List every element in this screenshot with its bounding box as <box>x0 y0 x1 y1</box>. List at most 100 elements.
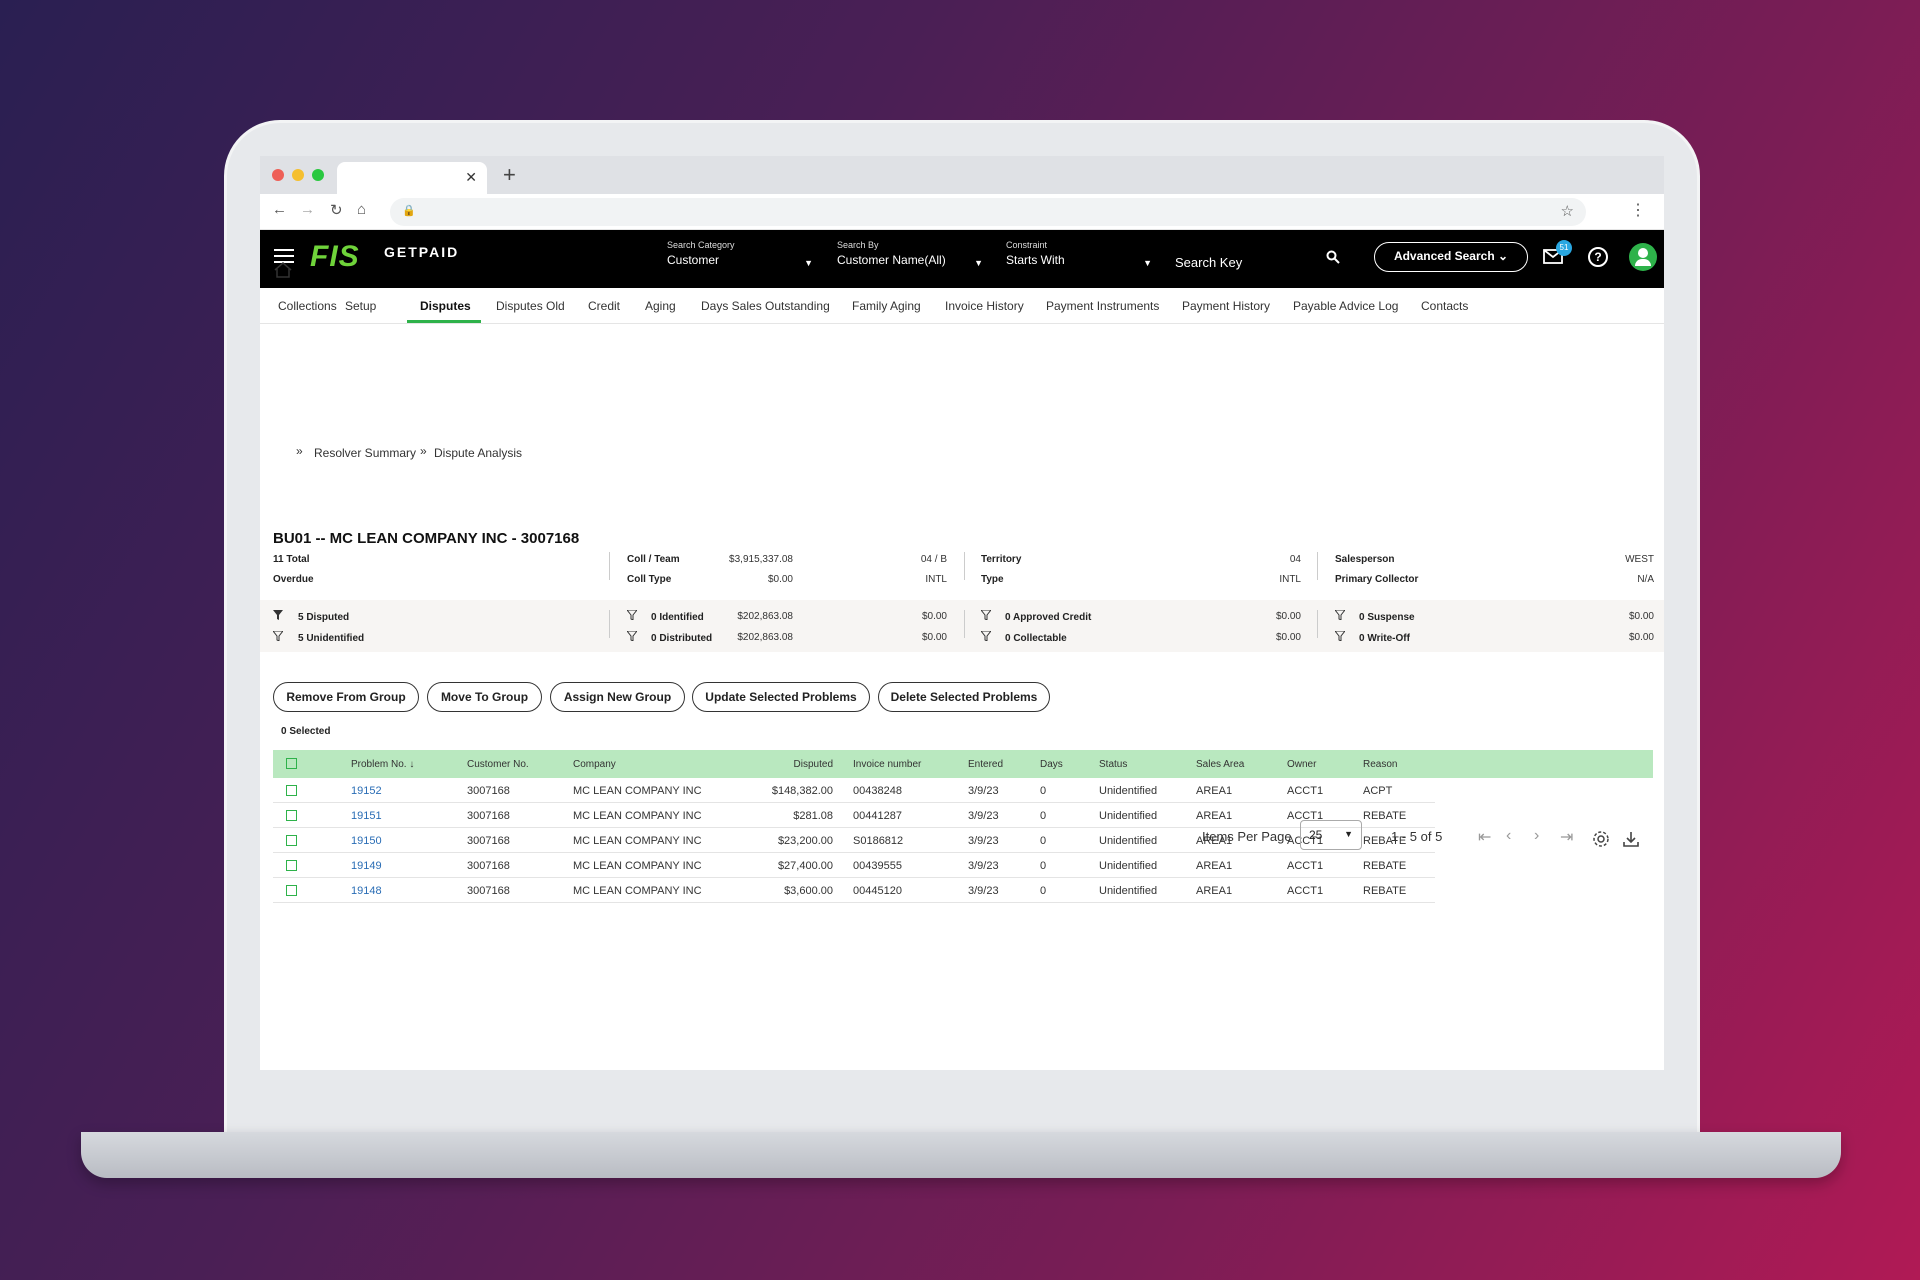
home-browser-icon[interactable]: ⌂ <box>357 201 366 218</box>
close-window-dot[interactable] <box>272 169 284 181</box>
help-icon[interactable]: ? <box>1588 247 1608 267</box>
delete-selected-problems-button[interactable]: Delete Selected Problems <box>878 682 1050 712</box>
days: 0 <box>1040 885 1047 897</box>
search-category-select[interactable]: Search Category Customer ▼ <box>667 240 813 274</box>
move-to-group-button[interactable]: Move To Group <box>427 682 542 712</box>
filter-funnel-icon[interactable] <box>1335 610 1345 620</box>
browser-tab[interactable]: ✕ <box>337 162 487 194</box>
problem-no-link[interactable]: 19151 <box>351 810 382 822</box>
minimize-window-dot[interactable] <box>292 169 304 181</box>
table-row[interactable]: 19148 3007168 MC LEAN COMPANY INC $3,600… <box>273 878 1435 903</box>
table-row[interactable]: 19149 3007168 MC LEAN COMPANY INC $27,40… <box>273 853 1435 878</box>
forward-icon[interactable]: → <box>300 201 315 218</box>
previous-page-icon[interactable]: ‹ <box>1506 827 1511 845</box>
col-status[interactable]: Status <box>1099 759 1127 770</box>
constraint-select[interactable]: Constraint Starts With ▼ <box>1006 240 1152 274</box>
col-customer-no[interactable]: Customer No. <box>467 759 529 770</box>
select-all-checkbox[interactable] <box>286 758 297 769</box>
filter-funnel-icon[interactable] <box>981 610 991 620</box>
col-entered[interactable]: Entered <box>968 759 1003 770</box>
unidentified-filter[interactable]: 5 Unidentified <box>298 633 364 644</box>
filter-funnel-icon[interactable] <box>273 610 283 620</box>
tab-invoice-history[interactable]: Invoice History <box>945 299 1024 313</box>
row-checkbox[interactable] <box>286 810 297 821</box>
settings-gear-icon[interactable] <box>1592 830 1610 848</box>
items-per-page-select[interactable]: 25 ▼ <box>1300 820 1362 850</box>
tab-credit[interactable]: Credit <box>588 299 620 313</box>
filter-funnel-icon[interactable] <box>1335 631 1345 641</box>
tab-payable-advice-log[interactable]: Payable Advice Log <box>1293 299 1398 313</box>
last-page-icon[interactable]: ⇥ <box>1560 827 1573 847</box>
identified-filter[interactable]: 0 Identified <box>651 612 704 623</box>
write-off-filter[interactable]: 0 Write-Off <box>1359 633 1410 644</box>
hamburger-menu-icon[interactable] <box>274 249 294 263</box>
chevron-down-icon: ▼ <box>804 258 813 268</box>
tab-collections[interactable]: Collections <box>278 299 337 313</box>
maximize-window-dot[interactable] <box>312 169 324 181</box>
user-avatar[interactable] <box>1629 243 1657 271</box>
status: Unidentified <box>1099 785 1158 797</box>
sales-area: AREA1 <box>1196 885 1233 897</box>
first-page-icon[interactable]: ⇤ <box>1478 827 1491 847</box>
approved-credit-filter[interactable]: 0 Approved Credit <box>1005 612 1091 623</box>
row-checkbox[interactable] <box>286 785 297 796</box>
col-reason[interactable]: Reason <box>1363 759 1397 770</box>
problem-no-link[interactable]: 19148 <box>351 885 382 897</box>
tab-contacts[interactable]: Contacts <box>1421 299 1468 313</box>
overdue-value: $0.00 <box>767 574 793 585</box>
row-checkbox[interactable] <box>286 885 297 896</box>
new-tab-icon[interactable]: + <box>503 162 516 188</box>
back-icon[interactable]: ← <box>272 201 287 218</box>
browser-menu-icon[interactable]: ⋮ <box>1630 200 1646 220</box>
collectable-filter[interactable]: 0 Collectable <box>1005 633 1067 644</box>
next-page-icon[interactable]: › <box>1534 827 1539 845</box>
download-icon[interactable] <box>1622 830 1640 848</box>
update-selected-problems-button[interactable]: Update Selected Problems <box>692 682 870 712</box>
problem-no-link[interactable]: 19150 <box>351 835 382 847</box>
constraint-value: Starts With <box>1006 253 1065 267</box>
suspense-filter[interactable]: 0 Suspense <box>1359 612 1415 623</box>
table-row[interactable]: 19151 3007168 MC LEAN COMPANY INC $281.0… <box>273 803 1435 828</box>
search-key-input[interactable]: Search Key <box>1175 255 1242 270</box>
url-field[interactable]: 🔒 ☆ <box>390 198 1586 226</box>
filter-funnel-icon[interactable] <box>981 631 991 641</box>
tab-days-sales-outstanding[interactable]: Days Sales Outstanding <box>701 299 830 313</box>
tab-payment-history[interactable]: Payment History <box>1182 299 1270 313</box>
filter-funnel-icon[interactable] <box>273 631 283 641</box>
filter-funnel-icon[interactable] <box>627 631 637 641</box>
search-icon[interactable] <box>1326 250 1340 264</box>
col-problem-no[interactable]: Problem No. ↓ <box>351 759 414 770</box>
advanced-search-button[interactable]: Advanced Search ⌄ <box>1374 242 1528 272</box>
tab-payment-instruments[interactable]: Payment Instruments <box>1046 299 1159 313</box>
home-icon[interactable] <box>274 262 292 278</box>
territory-value: 04 <box>1289 554 1301 565</box>
col-invoice-number[interactable]: Invoice number <box>853 759 921 770</box>
distributed-filter[interactable]: 0 Distributed <box>651 633 712 644</box>
col-days[interactable]: Days <box>1040 759 1063 770</box>
assign-new-group-button[interactable]: Assign New Group <box>550 682 685 712</box>
bookmark-star-icon[interactable]: ☆ <box>1561 202 1574 220</box>
row-checkbox[interactable] <box>286 860 297 871</box>
reload-icon[interactable]: ↻ <box>330 201 343 219</box>
table-row[interactable]: 19152 3007168 MC LEAN COMPANY INC $148,3… <box>273 778 1435 803</box>
days: 0 <box>1040 835 1047 847</box>
tab-disputes-old[interactable]: Disputes Old <box>496 299 565 313</box>
problem-no-link[interactable]: 19152 <box>351 785 382 797</box>
close-icon[interactable]: ✕ <box>465 169 477 186</box>
row-checkbox[interactable] <box>286 835 297 846</box>
tab-disputes[interactable]: Disputes <box>420 299 471 313</box>
tab-family-aging[interactable]: Family Aging <box>852 299 921 313</box>
col-company[interactable]: Company <box>573 759 616 770</box>
col-owner[interactable]: Owner <box>1287 759 1316 770</box>
remove-from-group-button[interactable]: Remove From Group <box>273 682 419 712</box>
problem-no-link[interactable]: 19149 <box>351 860 382 872</box>
search-by-select[interactable]: Search By Customer Name(All) ▼ <box>837 240 983 274</box>
disputed-filter[interactable]: 5 Disputed <box>298 612 349 623</box>
app-header: FIS GETPAID Search Category Customer ▼ S… <box>260 230 1664 288</box>
filter-funnel-icon[interactable] <box>627 610 637 620</box>
col-sales-area[interactable]: Sales Area <box>1196 759 1244 770</box>
col-disputed[interactable]: Disputed <box>733 759 833 770</box>
tab-aging[interactable]: Aging <box>645 299 676 313</box>
tab-setup[interactable]: Setup <box>345 299 376 313</box>
salesperson-label: Salesperson <box>1335 554 1395 565</box>
